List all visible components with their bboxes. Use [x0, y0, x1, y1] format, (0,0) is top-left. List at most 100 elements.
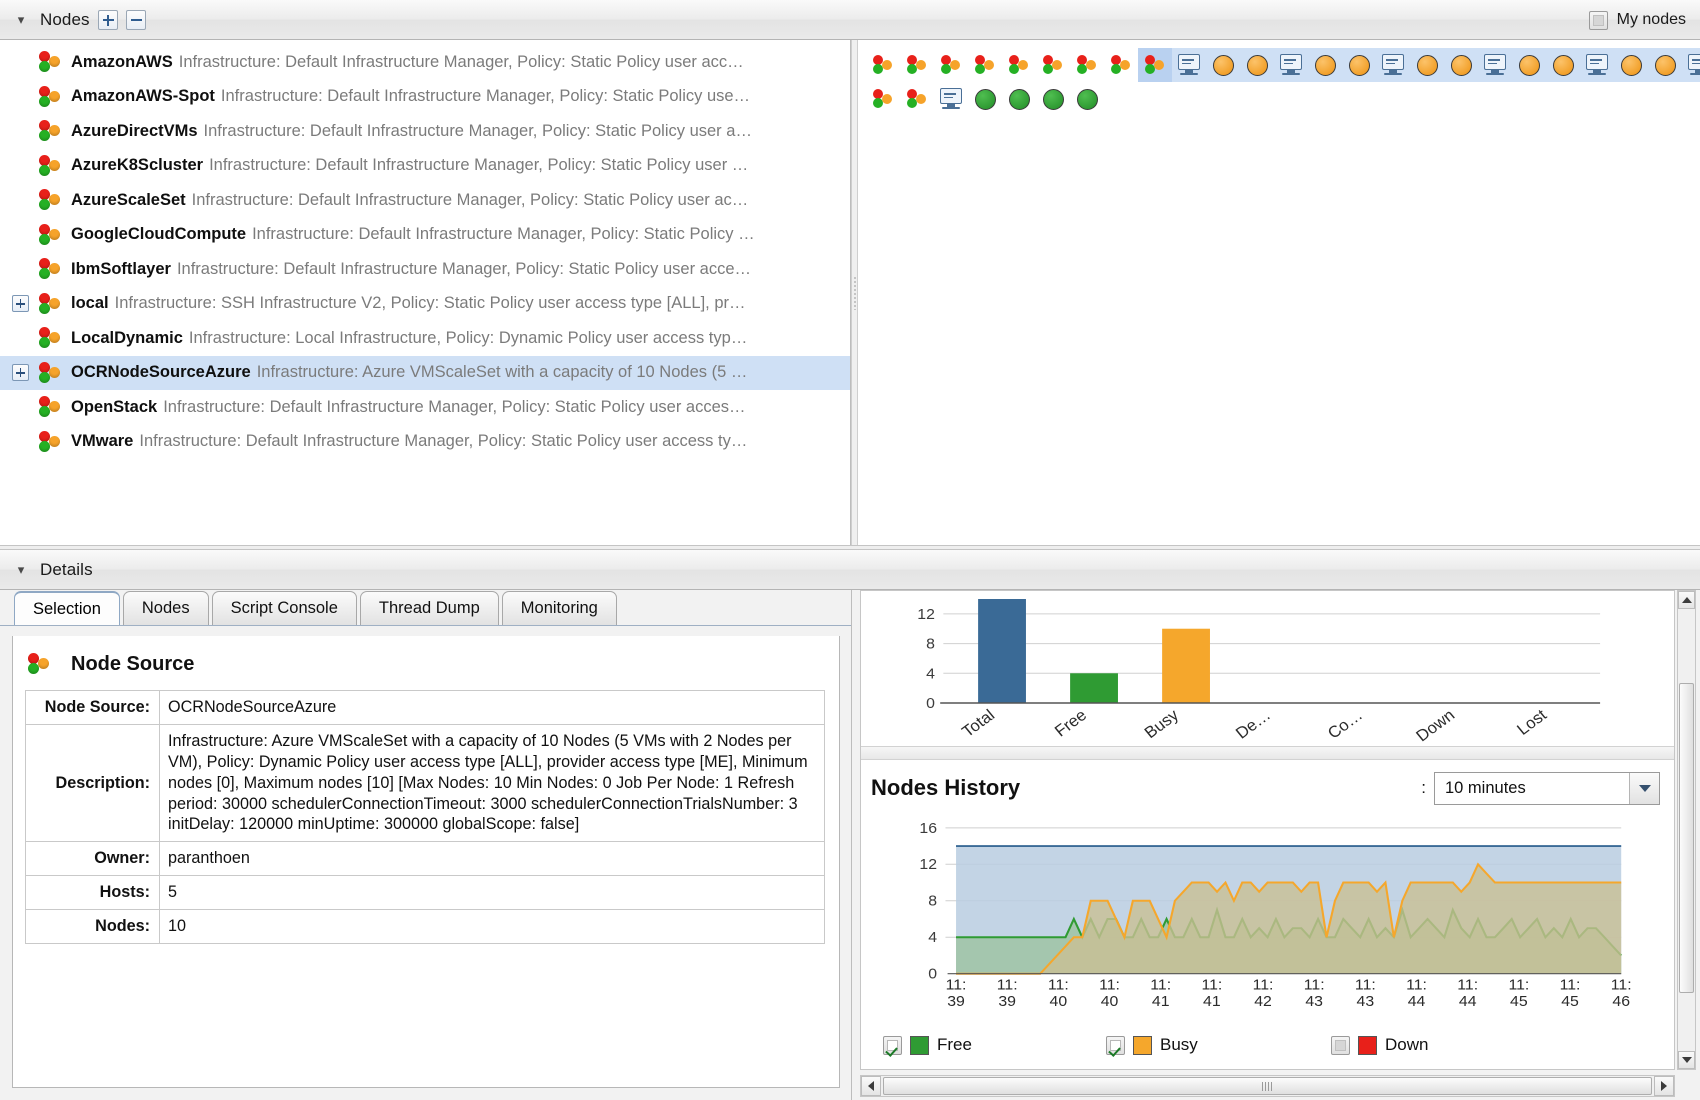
node-source-row[interactable]: AzureScaleSet Infrastructure: Default Inf… [0, 183, 850, 218]
busy-node-icon[interactable] [1308, 48, 1342, 82]
host-icon[interactable] [1580, 48, 1614, 82]
history-y-tick: 0 [928, 966, 937, 982]
property-value: paranthoen [159, 841, 825, 877]
charts-horizontal-scrollbar[interactable] [860, 1075, 1675, 1097]
host-icon[interactable] [1274, 48, 1308, 82]
my-nodes-checkbox[interactable] [1588, 10, 1608, 30]
node-source-icon [38, 430, 62, 454]
node-source-description: Infrastructure: Default Infrastructure M… [178, 52, 744, 71]
node-source-row[interactable]: AmazonAWS Infrastructure: Default Infrast… [0, 45, 850, 80]
chart-separator [861, 746, 1674, 760]
property-key: Description: [25, 723, 160, 843]
node-source-row[interactable]: VMware Infrastructure: Default Infrastruc… [0, 425, 850, 460]
nodes-icon-grid[interactable] [858, 40, 1700, 545]
busy-node-icon[interactable] [1410, 48, 1444, 82]
tab-thread-dump[interactable]: Thread Dump [359, 591, 499, 625]
node-source-description: Infrastructure: Default Infrastructure M… [139, 432, 748, 451]
node-source-row[interactable]: LocalDynamic Infrastructure: Local Infras… [0, 321, 850, 356]
history-range-select[interactable]: 10 minutes [1434, 771, 1660, 805]
bar-x-label: De… [1233, 706, 1275, 742]
node-sources-tree[interactable]: AmazonAWS Infrastructure: Default Infrast… [0, 40, 851, 545]
node-source-icon[interactable] [866, 48, 900, 82]
node-source-icon[interactable] [1138, 48, 1172, 82]
host-icon[interactable] [1478, 48, 1512, 82]
node-source-icon[interactable] [1104, 48, 1138, 82]
node-source-row[interactable]: AzureK8Scluster Infrastructure: Default I… [0, 149, 850, 184]
host-icon[interactable] [1172, 48, 1206, 82]
busy-node-icon[interactable] [1206, 48, 1240, 82]
property-value: 5 [159, 875, 825, 911]
scroll-left-icon[interactable] [861, 1076, 881, 1096]
history-y-tick: 4 [928, 930, 937, 946]
charts-vertical-scrollbar[interactable] [1677, 590, 1696, 1070]
free-node-icon[interactable] [1002, 82, 1036, 116]
host-icon[interactable] [1682, 48, 1700, 82]
scroll-down-icon[interactable] [1678, 1051, 1695, 1069]
node-source-icon [38, 395, 62, 419]
host-icon[interactable] [1376, 48, 1410, 82]
node-source-row[interactable]: GoogleCloudCompute Infrastructure: Defaul… [0, 218, 850, 253]
node-source-icon[interactable] [1036, 48, 1070, 82]
history-x-label: 41 [1152, 994, 1170, 1010]
collapse-all-button[interactable] [125, 9, 146, 30]
scroll-up-icon[interactable] [1678, 591, 1695, 609]
tab-monitoring[interactable]: Monitoring [501, 591, 617, 625]
node-source-row[interactable]: OpenStack Infrastructure: Default Infrast… [0, 390, 850, 425]
details-tabstrip[interactable]: Selection Nodes Script Console Thread Dump M… [0, 590, 851, 626]
node-source-row[interactable]: AzureDirectVMs Infrastructure: Default In… [0, 114, 850, 149]
free-node-icon[interactable] [1036, 82, 1070, 116]
history-header: Nodes History : 10 minutes [861, 760, 1674, 816]
busy-node-icon[interactable] [1512, 48, 1546, 82]
node-source-icon[interactable] [968, 48, 1002, 82]
legend-checkbox-down[interactable] [1331, 1035, 1350, 1055]
busy-node-icon[interactable] [1240, 48, 1274, 82]
legend-item-free[interactable]: Free [883, 1035, 972, 1055]
expand-all-button[interactable] [97, 9, 118, 30]
legend-item-busy[interactable]: Busy [1106, 1035, 1198, 1055]
node-source-description: Infrastructure: Default Infrastructure M… [203, 121, 752, 140]
legend-item-down[interactable]: Down [1331, 1035, 1428, 1055]
busy-node-icon[interactable] [1546, 48, 1580, 82]
node-source-row[interactable]: AmazonAWS-Spot Infrastructure: Default In… [0, 80, 850, 115]
node-source-icon[interactable] [900, 82, 934, 116]
busy-node-icon[interactable] [1444, 48, 1478, 82]
legend-checkbox-busy[interactable] [1106, 1035, 1125, 1055]
history-x-label: 11: [1201, 977, 1222, 993]
free-node-icon[interactable] [968, 82, 1002, 116]
expand-node-source-icon[interactable] [12, 364, 29, 382]
node-source-icon[interactable] [866, 82, 900, 116]
scroll-right-icon[interactable] [1654, 1076, 1674, 1096]
history-x-label: 46 [1612, 994, 1630, 1010]
collapse-chevron-icon[interactable]: ▾ [12, 11, 30, 29]
node-source-description: Infrastructure: Default Infrastructure M… [252, 225, 755, 244]
horizontal-scroll-thumb[interactable] [883, 1077, 1652, 1095]
node-source-icon[interactable] [1002, 48, 1036, 82]
chevron-down-icon[interactable] [1629, 772, 1659, 804]
tab-nodes[interactable]: Nodes [122, 591, 209, 625]
node-source-icon[interactable] [1070, 48, 1104, 82]
tab-selection[interactable]: Selection [14, 591, 120, 625]
node-source-row[interactable]: IbmSoftlayer Infrastructure: Default Infr… [0, 252, 850, 287]
vertical-scroll-thumb[interactable] [1679, 683, 1694, 993]
vertical-splitter[interactable] [851, 40, 858, 545]
host-icon[interactable] [934, 82, 968, 116]
history-x-label: 39 [998, 994, 1016, 1010]
free-node-icon[interactable] [1070, 82, 1104, 116]
property-key: Hosts: [25, 875, 160, 911]
node-source-icon[interactable] [900, 48, 934, 82]
busy-node-icon[interactable] [1342, 48, 1376, 82]
my-nodes-filter[interactable]: My nodes [1588, 0, 1686, 40]
node-source-icon[interactable] [934, 48, 968, 82]
details-collapse-chevron-icon[interactable]: ▾ [12, 561, 30, 579]
expand-node-source-icon[interactable] [12, 295, 29, 313]
tab-script-console[interactable]: Script Console [211, 591, 357, 625]
node-source-row[interactable]: OCRNodeSourceAzure Infrastructure: Azure … [0, 355, 850, 390]
legend-color-swatch [910, 1035, 929, 1055]
busy-node-icon[interactable] [1648, 48, 1682, 82]
busy-node-icon[interactable] [1614, 48, 1648, 82]
history-y-tick: 8 [928, 893, 937, 909]
node-source-row[interactable]: local Infrastructure: SSH Infrastructure … [0, 287, 850, 322]
node-source-icon [38, 154, 62, 178]
legend-checkbox-free[interactable] [883, 1035, 902, 1055]
node-source-description: Infrastructure: SSH Infrastructure V2, P… [114, 294, 746, 313]
